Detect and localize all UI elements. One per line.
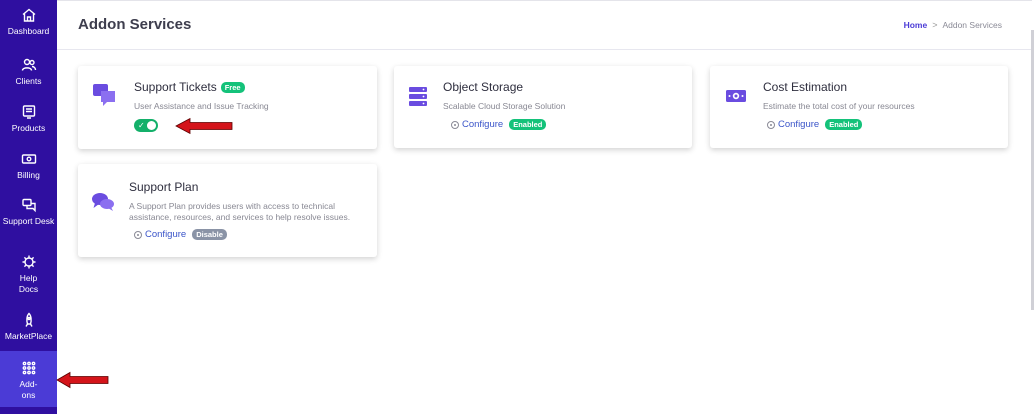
card-actions: Configure Enabled — [451, 119, 547, 130]
breadcrumb-current: Addon Services — [942, 20, 1002, 30]
addons-grid-icon — [20, 359, 38, 377]
annotation-arrow-icon — [175, 117, 233, 135]
sidebar-item-label: Products — [11, 123, 46, 133]
status-badge: Enabled — [825, 119, 863, 130]
status-badge: Disable — [192, 229, 227, 240]
sidebar-item-label: Support Desk — [2, 216, 55, 226]
help-docs-icon — [20, 253, 38, 271]
sidebar-item-label: Add-ons — [19, 379, 38, 400]
billing-icon — [20, 150, 38, 168]
sidebar: Dashboard Clients Products Billing Suppo… — [0, 0, 57, 414]
configure-link[interactable]: Configure — [134, 229, 186, 240]
annotation-arrow-icon — [56, 371, 109, 389]
addon-card-object-storage: Object Storage Scalable Cloud Storage So… — [394, 66, 692, 148]
addon-card-cost-estimation: Cost Estimation Estimate the total cost … — [710, 66, 1008, 148]
sidebar-item-label: Billing — [17, 170, 40, 180]
products-icon — [20, 103, 38, 121]
main-content: Addon Services Home > Addon Services Sup… — [57, 0, 1034, 414]
breadcrumb-separator: > — [932, 20, 938, 30]
card-actions: Configure Disable — [134, 229, 227, 240]
card-description: Scalable Cloud Storage Solution — [443, 101, 566, 111]
support-desk-icon — [20, 196, 38, 214]
sidebar-item-marketplace[interactable]: MarketPlace — [0, 311, 57, 342]
free-badge: Free — [220, 81, 245, 93]
users-icon — [20, 56, 38, 74]
card-title: Object Storage — [443, 80, 524, 94]
sidebar-item-support-desk[interactable]: Support Desk — [0, 196, 57, 227]
card-title-row: Support Tickets Free — [134, 80, 245, 94]
sidebar-item-billing[interactable]: Billing — [0, 150, 57, 181]
sidebar-item-addons[interactable]: Add-ons — [0, 351, 57, 407]
configure-label: Configure — [778, 119, 820, 130]
breadcrumb-home-link[interactable]: Home — [904, 20, 928, 30]
configure-label: Configure — [462, 119, 504, 130]
sidebar-item-label: Clients — [15, 76, 42, 86]
sidebar-item-help-docs[interactable]: Help Docs — [0, 253, 57, 294]
chat-bubbles-icon — [91, 80, 119, 108]
gear-icon — [134, 230, 142, 239]
addon-card-support-tickets: Support Tickets Free User Assistance and… — [78, 66, 377, 149]
sidebar-item-label: Dashboard — [7, 26, 50, 36]
configure-label: Configure — [145, 229, 187, 240]
support-tickets-toggle[interactable]: ✓ — [134, 119, 158, 132]
sidebar-item-products[interactable]: Products — [0, 103, 57, 134]
configure-link[interactable]: Configure — [451, 119, 503, 130]
check-icon: ✓ — [138, 121, 145, 130]
card-title: Support Tickets — [134, 80, 217, 94]
gear-icon — [767, 120, 775, 129]
card-actions: Configure Enabled — [767, 119, 863, 130]
server-storage-icon — [404, 82, 432, 110]
card-description-line-2: assistance, resources, and services to h… — [129, 212, 351, 222]
status-badge: Enabled — [509, 119, 547, 130]
sidebar-item-label: Help Docs — [18, 273, 39, 294]
page-title: Addon Services — [78, 16, 192, 33]
sidebar-item-dashboard[interactable]: Dashboard — [0, 6, 57, 37]
breadcrumb: Home > Addon Services — [904, 20, 1002, 30]
addon-card-support-plan: Support Plan A Support Plan provides use… — [78, 164, 377, 257]
card-description: User Assistance and Issue Tracking — [134, 101, 269, 111]
marketplace-icon — [20, 311, 38, 329]
sidebar-item-label: MarketPlace — [4, 331, 53, 341]
conversation-icon — [89, 188, 117, 216]
home-icon — [20, 6, 38, 24]
card-description: Estimate the total cost of your resource… — [763, 101, 915, 111]
page-header: Addon Services Home > Addon Services — [57, 0, 1032, 50]
configure-link[interactable]: Configure — [767, 119, 819, 130]
gear-icon — [451, 120, 459, 129]
money-icon — [722, 82, 750, 110]
card-title: Support Plan — [129, 180, 199, 194]
card-title: Cost Estimation — [763, 80, 848, 94]
card-description-line-1: A Support Plan provides users with acces… — [129, 201, 335, 211]
toggle-knob — [147, 121, 156, 130]
sidebar-item-clients[interactable]: Clients — [0, 56, 57, 87]
